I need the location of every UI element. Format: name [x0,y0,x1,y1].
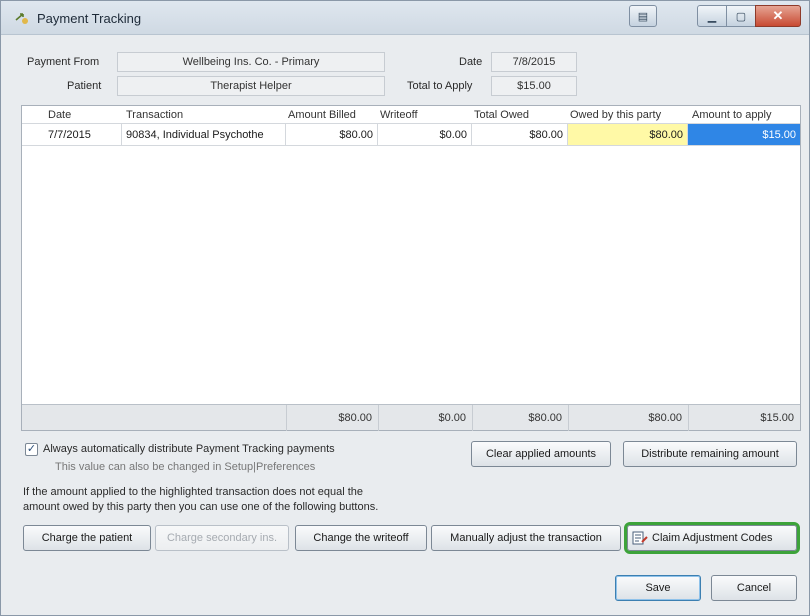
charge-patient-button[interactable]: Charge the patient [23,525,151,551]
total-to-apply-field: $15.00 [491,76,577,96]
column-header-total-owed[interactable]: Total Owed [474,109,529,121]
change-writeoff-button[interactable]: Change the writeoff [295,525,427,551]
save-button[interactable]: Save [615,575,701,601]
cell-total-owed[interactable]: $80.00 [472,124,568,145]
cell-owed-by-party[interactable]: $80.00 [568,124,688,145]
column-header-amount-to-apply[interactable]: Amount to apply [692,109,772,121]
minimize-button[interactable]: ▁ [697,5,727,27]
total-amount-billed: $80.00 [286,405,378,431]
cell-amount-billed[interactable]: $80.00 [286,124,378,145]
title-bar[interactable]: Payment Tracking ▤ ▁ ▢ ✕ [1,1,809,35]
cell-amount-to-apply[interactable]: $15.00 [688,124,800,145]
date-label: Date [459,56,483,68]
instructions-line-2: amount owed by this party then you can u… [23,501,379,513]
cell-date[interactable]: 7/7/2015 [22,124,122,145]
column-header-amount-billed[interactable]: Amount Billed [288,109,356,121]
date-field: 7/8/2015 [491,52,577,72]
total-writeoff: $0.00 [378,405,472,431]
total-owed-by-party: $80.00 [568,405,688,431]
payment-tracking-window: Payment Tracking ▤ ▁ ▢ ✕ Payment From We… [0,0,810,616]
cell-transaction[interactable]: 90834, Individual Psychothe [122,124,286,145]
patient-field: Therapist Helper [117,76,385,96]
grid-totals-row: $80.00 $0.00 $80.00 $80.00 $15.00 [22,404,800,431]
layout-icon[interactable]: ▤ [629,5,657,27]
manually-adjust-transaction-button[interactable]: Manually adjust the transaction [431,525,621,551]
claim-adjustment-codes-button[interactable]: Claim Adjustment Codes [624,522,800,554]
distribute-remaining-amount-button[interactable]: Distribute remaining amount [623,441,797,467]
total-owed: $80.00 [472,405,568,431]
window-title: Payment Tracking [37,11,142,26]
patient-label: Patient [67,80,102,92]
instructions-line-1: If the amount applied to the highlighted… [23,486,364,498]
column-header-writeoff[interactable]: Writeoff [380,109,418,121]
payment-from-field: Wellbeing Ins. Co. - Primary [117,52,385,72]
table-row[interactable]: 7/7/2015 90834, Individual Psychothe $80… [22,124,800,146]
column-header-transaction[interactable]: Transaction [126,109,183,121]
auto-distribute-label[interactable]: Always automatically distribute Payment … [43,443,335,455]
cancel-button[interactable]: Cancel [711,575,797,601]
maximize-button[interactable]: ▢ [726,5,756,27]
transactions-grid: Date Transaction Amount Billed Writeoff … [21,105,801,431]
claim-adjustment-codes-label: Claim Adjustment Codes [652,532,773,544]
total-amount-to-apply: $15.00 [688,405,800,431]
column-header-owed-by-party[interactable]: Owed by this party [570,109,661,121]
close-button[interactable]: ✕ [755,5,801,27]
charge-secondary-ins-button: Charge secondary ins. [155,525,289,551]
grid-header: Date Transaction Amount Billed Writeoff … [22,106,800,124]
payment-arrow-icon [15,13,28,24]
claim-codes-icon [632,531,648,545]
clear-applied-amounts-button[interactable]: Clear applied amounts [471,441,611,467]
auto-distribute-hint: This value can also be changed in Setup|… [55,461,316,473]
auto-distribute-checkbox[interactable]: ✓ [25,443,38,456]
total-to-apply-label: Total to Apply [407,80,473,92]
column-header-date[interactable]: Date [48,109,71,121]
cell-writeoff[interactable]: $0.00 [378,124,472,145]
payment-from-label: Payment From [27,56,100,68]
